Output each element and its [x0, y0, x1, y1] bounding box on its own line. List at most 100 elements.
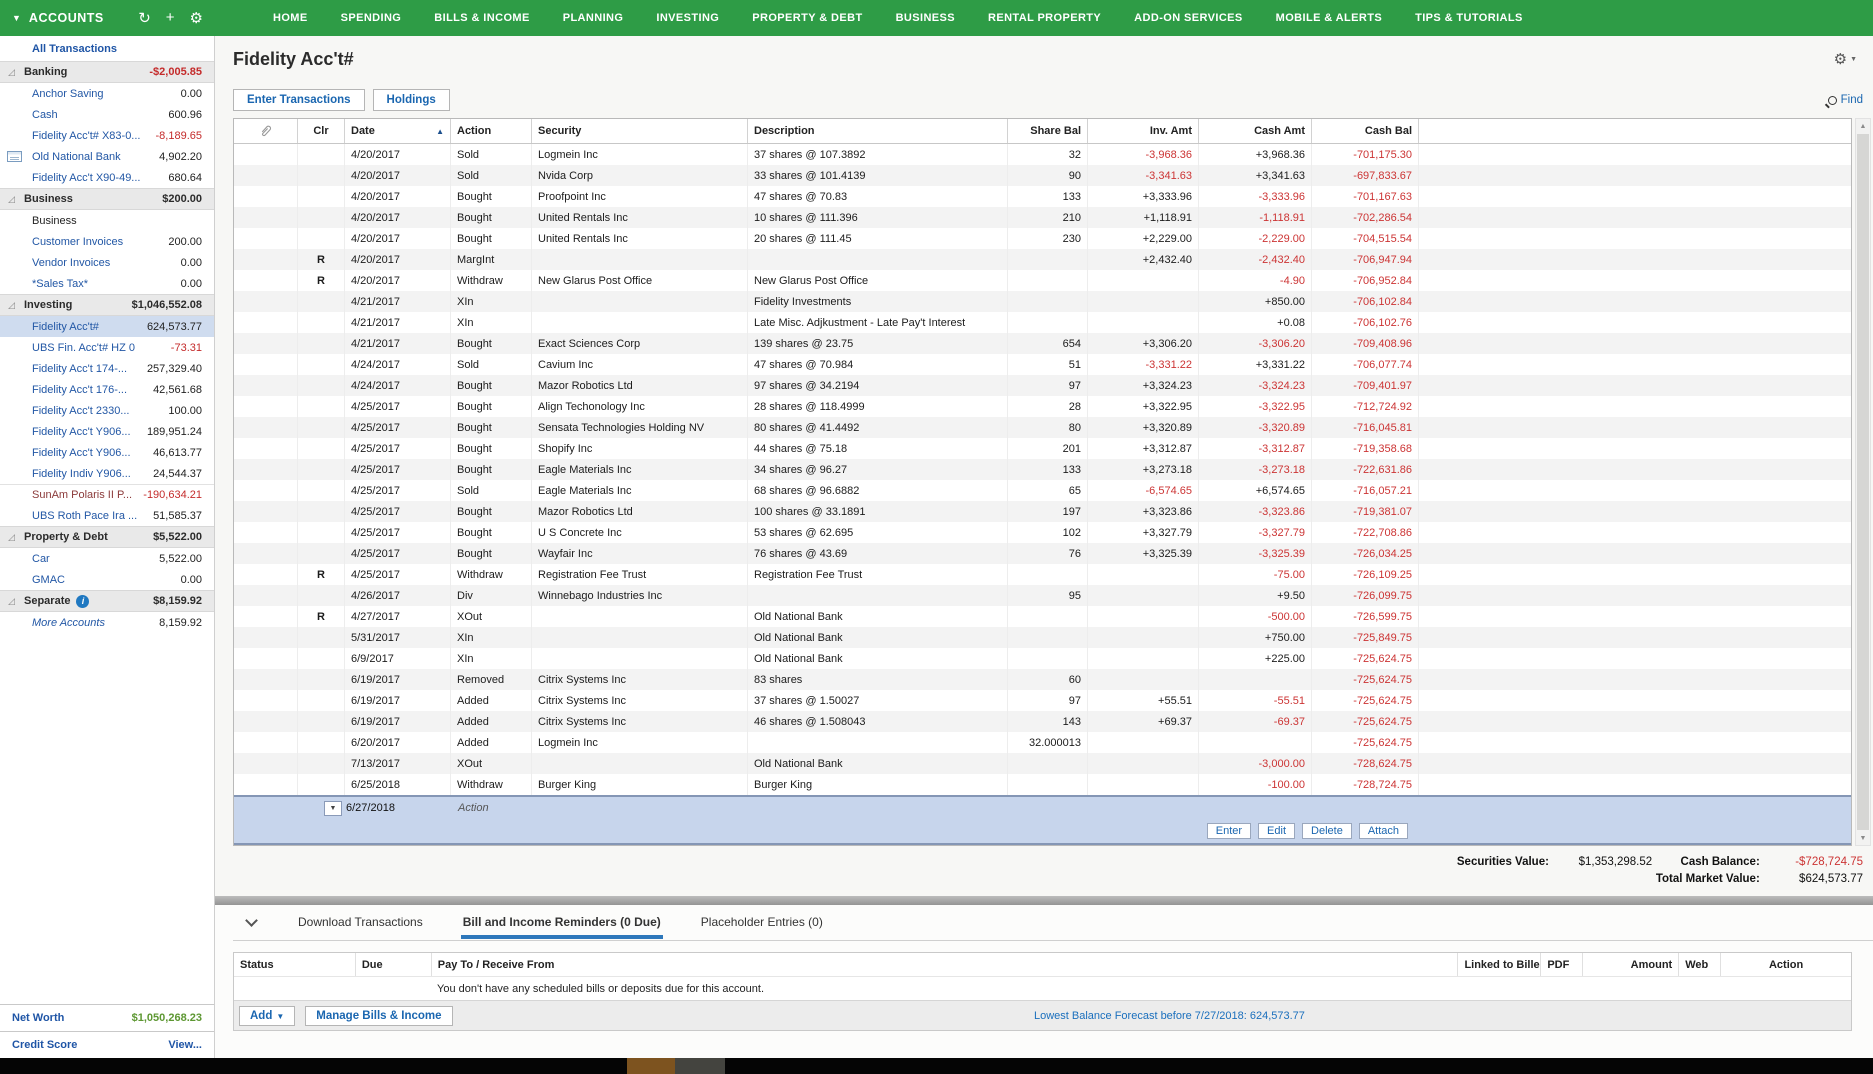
register-row[interactable]: 6/25/2018WithdrawBurger KingBurger King-… [234, 774, 1851, 795]
panel-splitter[interactable] [215, 896, 1873, 905]
action-column-header[interactable]: Action [450, 119, 531, 143]
taskbar-app-icon[interactable] [675, 1058, 725, 1074]
description-column-header[interactable]: Description [747, 119, 1007, 143]
new-transaction-row[interactable]: ▼ 6/27/2018 Action [234, 795, 1851, 819]
credit-score-view-link[interactable]: View... [168, 1039, 202, 1051]
register-row[interactable]: 4/24/2017BoughtMazor Robotics Ltd97 shar… [234, 375, 1851, 396]
add-account-icon[interactable]: + [166, 9, 175, 27]
register-row[interactable]: 4/20/2017SoldLogmein Inc37 shares @ 107.… [234, 144, 1851, 165]
sidebar-item-anchor-saving[interactable]: Anchor Saving0.00 [0, 83, 214, 104]
nav-item-home[interactable]: HOME [273, 12, 308, 24]
section-header-banking[interactable]: ◿Banking-$2,005.85 [0, 61, 214, 83]
register-row[interactable]: 5/31/2017XInOld National Bank+750.00-725… [234, 627, 1851, 648]
nav-item-planning[interactable]: PLANNING [563, 12, 624, 24]
enter-transactions-button[interactable]: Enter Transactions [233, 89, 365, 111]
sidebar-item-business[interactable]: Business [0, 210, 214, 231]
clr-column-header[interactable]: Clr [297, 119, 344, 143]
register-row[interactable]: 6/19/2017RemovedCitrix Systems Inc83 sha… [234, 669, 1851, 690]
sidebar-item-ubs-roth-pace-ira[interactable]: UBS Roth Pace Ira ...51,585.37 [0, 505, 214, 526]
sidebar-item-car[interactable]: Car5,522.00 [0, 548, 214, 569]
cash-amt-column-header[interactable]: Cash Amt [1198, 119, 1311, 143]
register-row[interactable]: 4/21/2017BoughtExact Sciences Corp139 sh… [234, 333, 1851, 354]
share-bal-column-header[interactable]: Share Bal [1007, 119, 1087, 143]
sidebar-item-fidelity-acc-t-2330[interactable]: Fidelity Acc't 2330...100.00 [0, 400, 214, 421]
nav-item-add-on-services[interactable]: ADD-ON SERVICES [1134, 12, 1242, 24]
edit-button[interactable]: Edit [1258, 823, 1295, 839]
section-header-separate[interactable]: ◿Separatei$8,159.92 [0, 590, 214, 612]
nav-item-property-debt[interactable]: PROPERTY & DEBT [752, 12, 862, 24]
sidebar-item-all-transactions[interactable]: All Transactions [0, 36, 214, 61]
os-taskbar[interactable] [0, 1058, 1873, 1074]
nav-item-tips-tutorials[interactable]: TIPS & TUTORIALS [1415, 12, 1523, 24]
inv-amt-column-header[interactable]: Inv. Amt [1087, 119, 1198, 143]
add-reminder-button[interactable]: Add▼ [239, 1006, 295, 1026]
taskbar-app-icon[interactable] [627, 1058, 675, 1074]
nav-item-investing[interactable]: INVESTING [656, 12, 719, 24]
attach-button[interactable]: Attach [1359, 823, 1408, 839]
delete-button[interactable]: Delete [1302, 823, 1352, 839]
register-row[interactable]: 6/20/2017AddedLogmein Inc32.000013-725,6… [234, 732, 1851, 753]
date-column-header[interactable]: Date ▲ [344, 119, 450, 143]
register-row[interactable]: R4/20/2017MargInt+2,432.40-2,432.40-706,… [234, 249, 1851, 270]
section-header-property-debt[interactable]: ◿Property & Debt$5,522.00 [0, 526, 214, 548]
scroll-down-icon[interactable]: ▼ [1856, 831, 1870, 845]
section-header-investing[interactable]: ◿Investing$1,046,552.08 [0, 294, 214, 316]
sidebar-item-sunam-polaris-ii-p[interactable]: SunAm Polaris II P...-190,634.21 [0, 484, 214, 505]
scroll-up-icon[interactable]: ▲ [1856, 119, 1870, 133]
register-row[interactable]: 4/25/2017BoughtSensata Technologies Hold… [234, 417, 1851, 438]
net-worth-row[interactable]: Net Worth $1,050,268.23 [0, 1004, 214, 1031]
tab-download-transactions[interactable]: Download Transactions [296, 906, 425, 939]
refresh-icon[interactable]: ↻ [138, 9, 151, 27]
register-row[interactable]: 4/25/2017SoldEagle Materials Inc68 share… [234, 480, 1851, 501]
nav-item-mobile-alerts[interactable]: MOBILE & ALERTS [1276, 12, 1382, 24]
sidebar-item-fidelity-acc-t-y906[interactable]: Fidelity Acc't Y906...189,951.24 [0, 421, 214, 442]
register-row[interactable]: 4/25/2017BoughtAlign Techonology Inc28 s… [234, 396, 1851, 417]
holdings-button[interactable]: Holdings [373, 89, 450, 111]
enter-button[interactable]: Enter [1207, 823, 1251, 839]
entry-dropdown-button[interactable]: ▼ [324, 801, 342, 816]
nav-item-business[interactable]: BUSINESS [896, 12, 955, 24]
register-row[interactable]: 4/24/2017SoldCavium Inc47 shares @ 70.98… [234, 354, 1851, 375]
sidebar-item-gmac[interactable]: GMAC0.00 [0, 569, 214, 590]
register-row[interactable]: 4/25/2017BoughtShopify Inc44 shares @ 75… [234, 438, 1851, 459]
register-row[interactable]: 4/20/2017BoughtProofpoint Inc47 shares @… [234, 186, 1851, 207]
register-row[interactable]: 4/20/2017SoldNvida Corp33 shares @ 101.4… [234, 165, 1851, 186]
sidebar-item-more-accounts[interactable]: More Accounts8,159.92 [0, 612, 214, 633]
register-row[interactable]: 4/21/2017XInFidelity Investments+850.00-… [234, 291, 1851, 312]
register-row[interactable]: 4/21/2017XInLate Misc. Adjkustment - Lat… [234, 312, 1851, 333]
accounts-gear-icon[interactable]: ⚙ [190, 9, 203, 27]
tab-placeholder-entries-0[interactable]: Placeholder Entries (0) [699, 906, 825, 939]
nav-item-spending[interactable]: SPENDING [341, 12, 402, 24]
sidebar-item-ubs-fin-acc-t-hz-0[interactable]: UBS Fin. Acc't# HZ 0-73.31 [0, 337, 214, 358]
register-row[interactable]: 4/25/2017BoughtWayfair Inc76 shares @ 43… [234, 543, 1851, 564]
sidebar-item-fidelity-acc-t-x90-49[interactable]: Fidelity Acc't X90-49...680.64 [0, 167, 214, 188]
manage-bills-income-button[interactable]: Manage Bills & Income [305, 1006, 452, 1026]
entry-action-field[interactable]: Action [458, 802, 489, 814]
register-row[interactable]: 6/19/2017AddedCitrix Systems Inc37 share… [234, 690, 1851, 711]
credit-score-row[interactable]: Credit Score View... [0, 1031, 214, 1058]
register-row[interactable]: 6/19/2017AddedCitrix Systems Inc46 share… [234, 711, 1851, 732]
sidebar-item-cash[interactable]: Cash600.96 [0, 104, 214, 125]
tab-bill-and-income-reminders-0-due[interactable]: Bill and Income Reminders (0 Due) [461, 906, 663, 939]
scrollbar-thumb[interactable] [1857, 134, 1869, 830]
sidebar-item-fidelity-acc-t[interactable]: Fidelity Acc't#624,573.77 [0, 316, 214, 337]
register-row[interactable]: 4/25/2017BoughtU S Concrete Inc53 shares… [234, 522, 1851, 543]
security-column-header[interactable]: Security [531, 119, 747, 143]
sidebar-item-sales-tax[interactable]: *Sales Tax*0.00 [0, 273, 214, 294]
attachment-column-header[interactable] [234, 119, 297, 143]
sidebar-item-customer-invoices[interactable]: Customer Invoices200.00 [0, 231, 214, 252]
register-scrollbar[interactable]: ▲ ▼ [1855, 118, 1871, 846]
entry-date-field[interactable]: 6/27/2018 [346, 802, 395, 814]
sidebar-item-old-national-bank[interactable]: Old National Bank4,902.20 [0, 146, 214, 167]
register-row[interactable]: 7/13/2017XOutOld National Bank-3,000.00-… [234, 753, 1851, 774]
find-control[interactable]: Find [1828, 94, 1863, 106]
nav-item-rental-property[interactable]: RENTAL PROPERTY [988, 12, 1101, 24]
collapse-panel-icon[interactable] [245, 914, 258, 927]
sidebar-item-fidelity-acc-t-174[interactable]: Fidelity Acc't 174-...257,329.40 [0, 358, 214, 379]
register-row[interactable]: 4/20/2017BoughtUnited Rentals Inc10 shar… [234, 207, 1851, 228]
register-row[interactable]: R4/27/2017XOutOld National Bank-500.00-7… [234, 606, 1851, 627]
accounts-collapse-icon[interactable]: ▼ [12, 13, 21, 23]
register-row[interactable]: R4/25/2017WithdrawRegistration Fee Trust… [234, 564, 1851, 585]
lowest-balance-forecast-link[interactable]: Lowest Balance Forecast before 7/27/2018… [1034, 1010, 1305, 1022]
register-gear-menu[interactable]: ⚙ ▼ [1834, 50, 1857, 68]
